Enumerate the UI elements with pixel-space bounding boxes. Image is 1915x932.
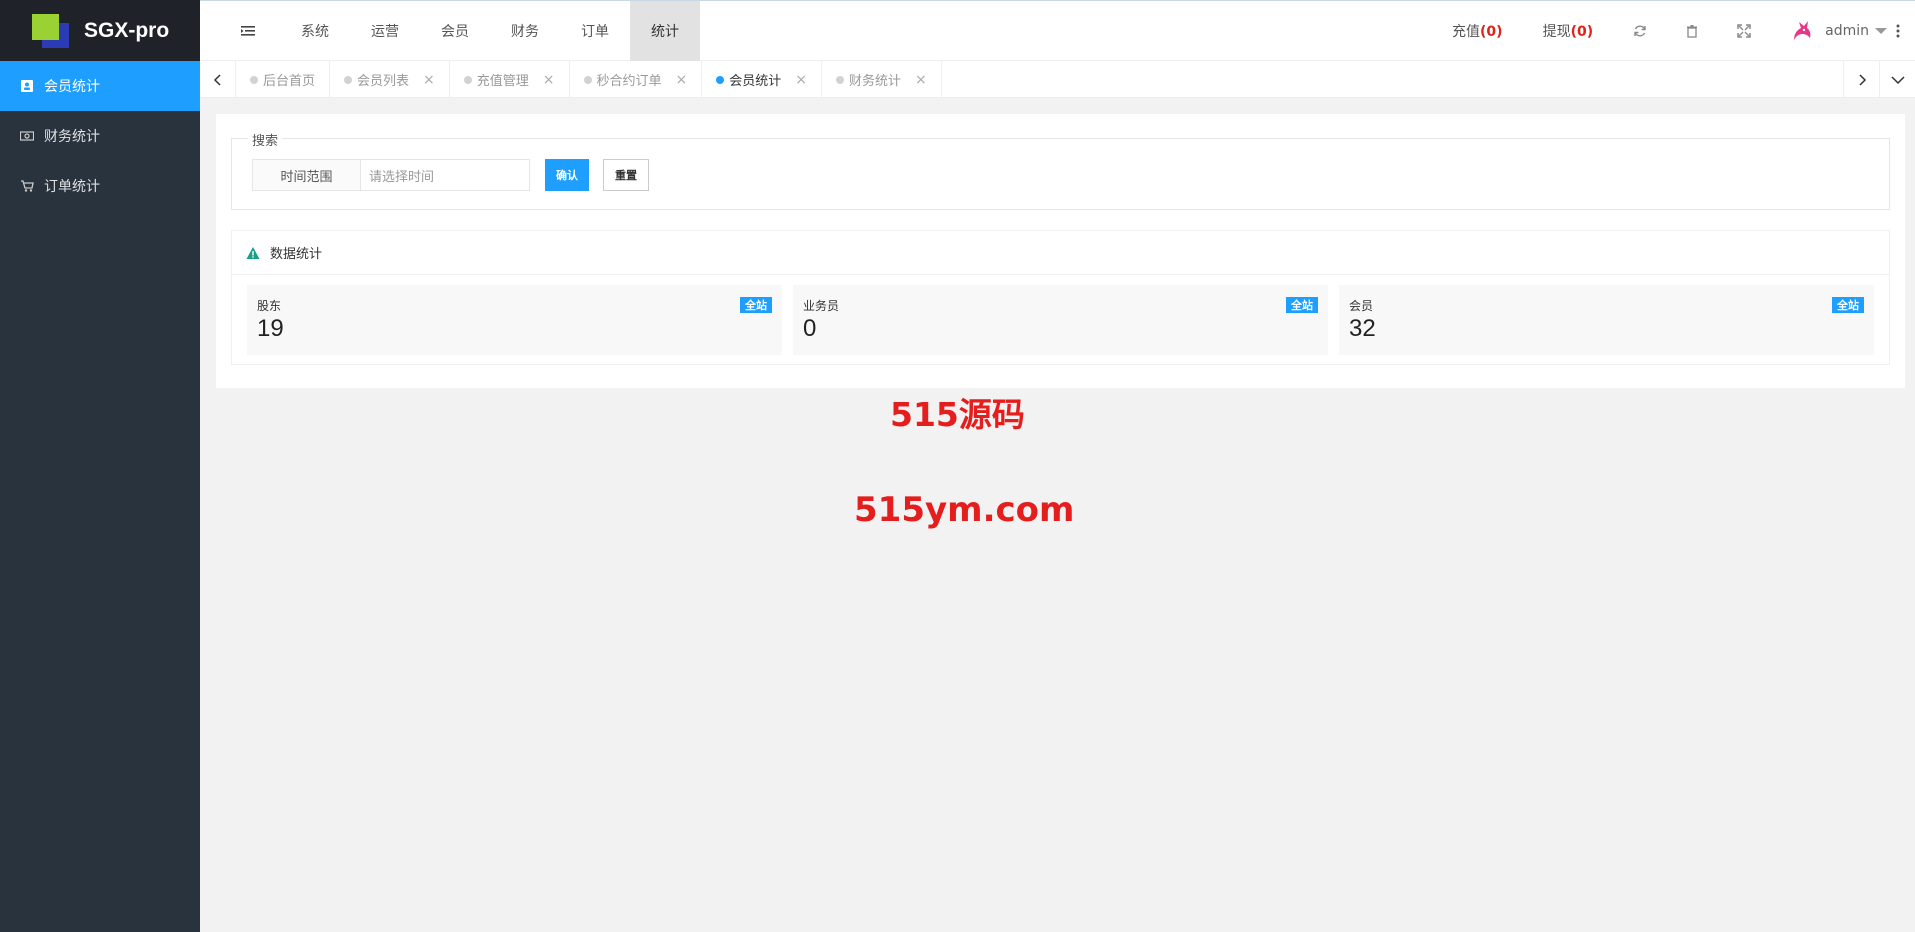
more-vertical-icon[interactable] — [1895, 23, 1901, 39]
chevron-down-icon — [1890, 75, 1905, 84]
stats-header: 数据统计 — [232, 231, 1889, 275]
sidebar-item-label: 财务统计 — [44, 129, 100, 145]
withdraw-label: 提现 — [1542, 24, 1571, 40]
tab-recharge-management[interactable]: 充值管理 × — [450, 61, 570, 98]
tab-dot — [344, 75, 353, 84]
username: admin — [1825, 23, 1869, 39]
fullscreen-icon[interactable] — [1737, 24, 1751, 38]
search-legend: 搜索 — [248, 130, 283, 149]
tab-label: 会员统计 — [729, 74, 782, 89]
tab-dot — [583, 75, 592, 84]
time-range-input[interactable]: 请选择时间 — [361, 159, 530, 191]
tab-label: 充值管理 — [476, 74, 529, 89]
user-menu[interactable]: admin — [1789, 18, 1887, 44]
stat-card-label: 股东 — [257, 299, 282, 313]
close-icon[interactable]: × — [915, 72, 927, 88]
tab-dot — [250, 75, 258, 84]
stat-card-salesperson: 业务员 0 全站 — [793, 285, 1328, 355]
main-content: 搜索 时间范围 请选择时间 确认 重置 数据统计 股东 19 全站 业务员 0 … — [216, 114, 1905, 388]
tab-contract-orders[interactable]: 秒合约订单 × — [570, 61, 703, 98]
chevron-left-icon — [213, 73, 221, 86]
stat-card-member: 会员 32 全站 — [1339, 285, 1874, 355]
sidebar: SGX-pro 会员统计 财务统计 订单统计 — [0, 0, 200, 932]
nav-operation[interactable]: 运营 — [350, 1, 420, 61]
tab-list: 后台首页 会员列表 × 充值管理 × 秒合约订单 × 会员统计 × 财务统计 × — [236, 61, 942, 98]
top-header: 系统 运营 会员 财务 订单 统计 充值(0) 提现(0) admin — [200, 0, 1915, 61]
close-icon[interactable]: × — [676, 72, 688, 88]
withdraw-count: (0) — [1570, 24, 1594, 40]
recharge-count: (0) — [1480, 24, 1503, 40]
recharge-label: 充值 — [1452, 24, 1481, 40]
stat-cards: 股东 19 全站 业务员 0 全站 会员 32 全站 — [247, 285, 1885, 355]
tab-options-dropdown[interactable] — [1879, 61, 1915, 98]
tab-dot — [836, 75, 845, 84]
stat-card-value: 32 — [1349, 315, 1376, 342]
nav-finance[interactable]: 财务 — [490, 1, 560, 61]
tab-member-stats[interactable]: 会员统计 × — [702, 61, 823, 98]
tab-dashboard-home[interactable]: 后台首页 — [236, 61, 331, 98]
confirm-button[interactable]: 确认 — [545, 159, 589, 191]
tab-member-list[interactable]: 会员列表 × — [330, 61, 450, 98]
nav-system[interactable]: 系统 — [280, 1, 350, 61]
warning-icon — [246, 246, 260, 259]
cart-icon — [20, 179, 34, 193]
time-range-group: 时间范围 请选择时间 — [252, 159, 530, 191]
sidebar-item-label: 会员统计 — [44, 79, 100, 95]
tab-label: 会员列表 — [357, 74, 410, 89]
refresh-icon[interactable] — [1633, 24, 1647, 38]
stats-title: 数据统计 — [270, 247, 323, 262]
chevron-down-icon — [1875, 28, 1887, 34]
stat-card-label: 会员 — [1349, 299, 1374, 313]
logo[interactable]: SGX-pro — [0, 0, 200, 61]
sidebar-item-label: 订单统计 — [44, 179, 100, 195]
status-badge: 全站 — [740, 297, 772, 313]
sidebar-item-order-stats[interactable]: 订单统计 — [0, 161, 200, 211]
status-badge: 全站 — [1832, 297, 1864, 313]
stat-card-value: 19 — [257, 315, 284, 342]
top-nav: 系统 运营 会员 财务 订单 统计 — [280, 1, 700, 61]
close-icon[interactable]: × — [543, 72, 555, 88]
stat-card-shareholder: 股东 19 全站 — [247, 285, 782, 355]
close-icon[interactable]: × — [795, 72, 807, 88]
sidebar-item-member-stats[interactable]: 会员统计 — [0, 61, 200, 111]
watermark-url: 515ym.com — [854, 490, 1075, 530]
time-range-label: 时间范围 — [252, 159, 361, 191]
tab-finance-stats[interactable]: 财务统计 × — [822, 61, 942, 98]
header-right: 充值(0) 提现(0) admin — [1452, 1, 1915, 61]
tab-scroll-left[interactable] — [200, 61, 236, 98]
chevron-right-icon — [1858, 73, 1866, 86]
tab-label: 财务统计 — [849, 74, 902, 89]
tab-label: 秒合约订单 — [596, 74, 662, 89]
tab-dot — [463, 75, 472, 84]
avatar — [1789, 18, 1815, 44]
nav-statistics[interactable]: 统计 — [630, 1, 700, 61]
user-card-icon — [20, 79, 34, 93]
nav-member[interactable]: 会员 — [420, 1, 490, 61]
trash-icon[interactable] — [1685, 24, 1699, 38]
page-tabs: 后台首页 会员列表 × 充值管理 × 秒合约订单 × 会员统计 × 财务统计 × — [200, 61, 1915, 98]
tab-dot — [716, 75, 725, 84]
recharge-link[interactable]: 充值(0) — [1452, 21, 1503, 41]
app-title: SGX-pro — [84, 18, 170, 42]
logo-icon — [32, 13, 72, 48]
stats-panel: 数据统计 股东 19 全站 业务员 0 全站 会员 32 全站 — [231, 230, 1890, 365]
stat-card-value: 0 — [803, 315, 817, 342]
stat-card-label: 业务员 — [803, 299, 840, 313]
nav-order[interactable]: 订单 — [560, 1, 630, 61]
status-badge: 全站 — [1286, 297, 1318, 313]
tab-scroll-right[interactable] — [1843, 61, 1879, 98]
sidebar-item-finance-stats[interactable]: 财务统计 — [0, 111, 200, 161]
tab-label: 后台首页 — [263, 74, 316, 89]
reset-button[interactable]: 重置 — [603, 159, 649, 191]
close-icon[interactable]: × — [423, 72, 435, 88]
watermark-text: 515源码 — [890, 395, 1025, 434]
money-icon — [20, 129, 34, 143]
menu-toggle-icon[interactable] — [240, 23, 256, 39]
withdraw-link[interactable]: 提现(0) — [1543, 21, 1594, 41]
